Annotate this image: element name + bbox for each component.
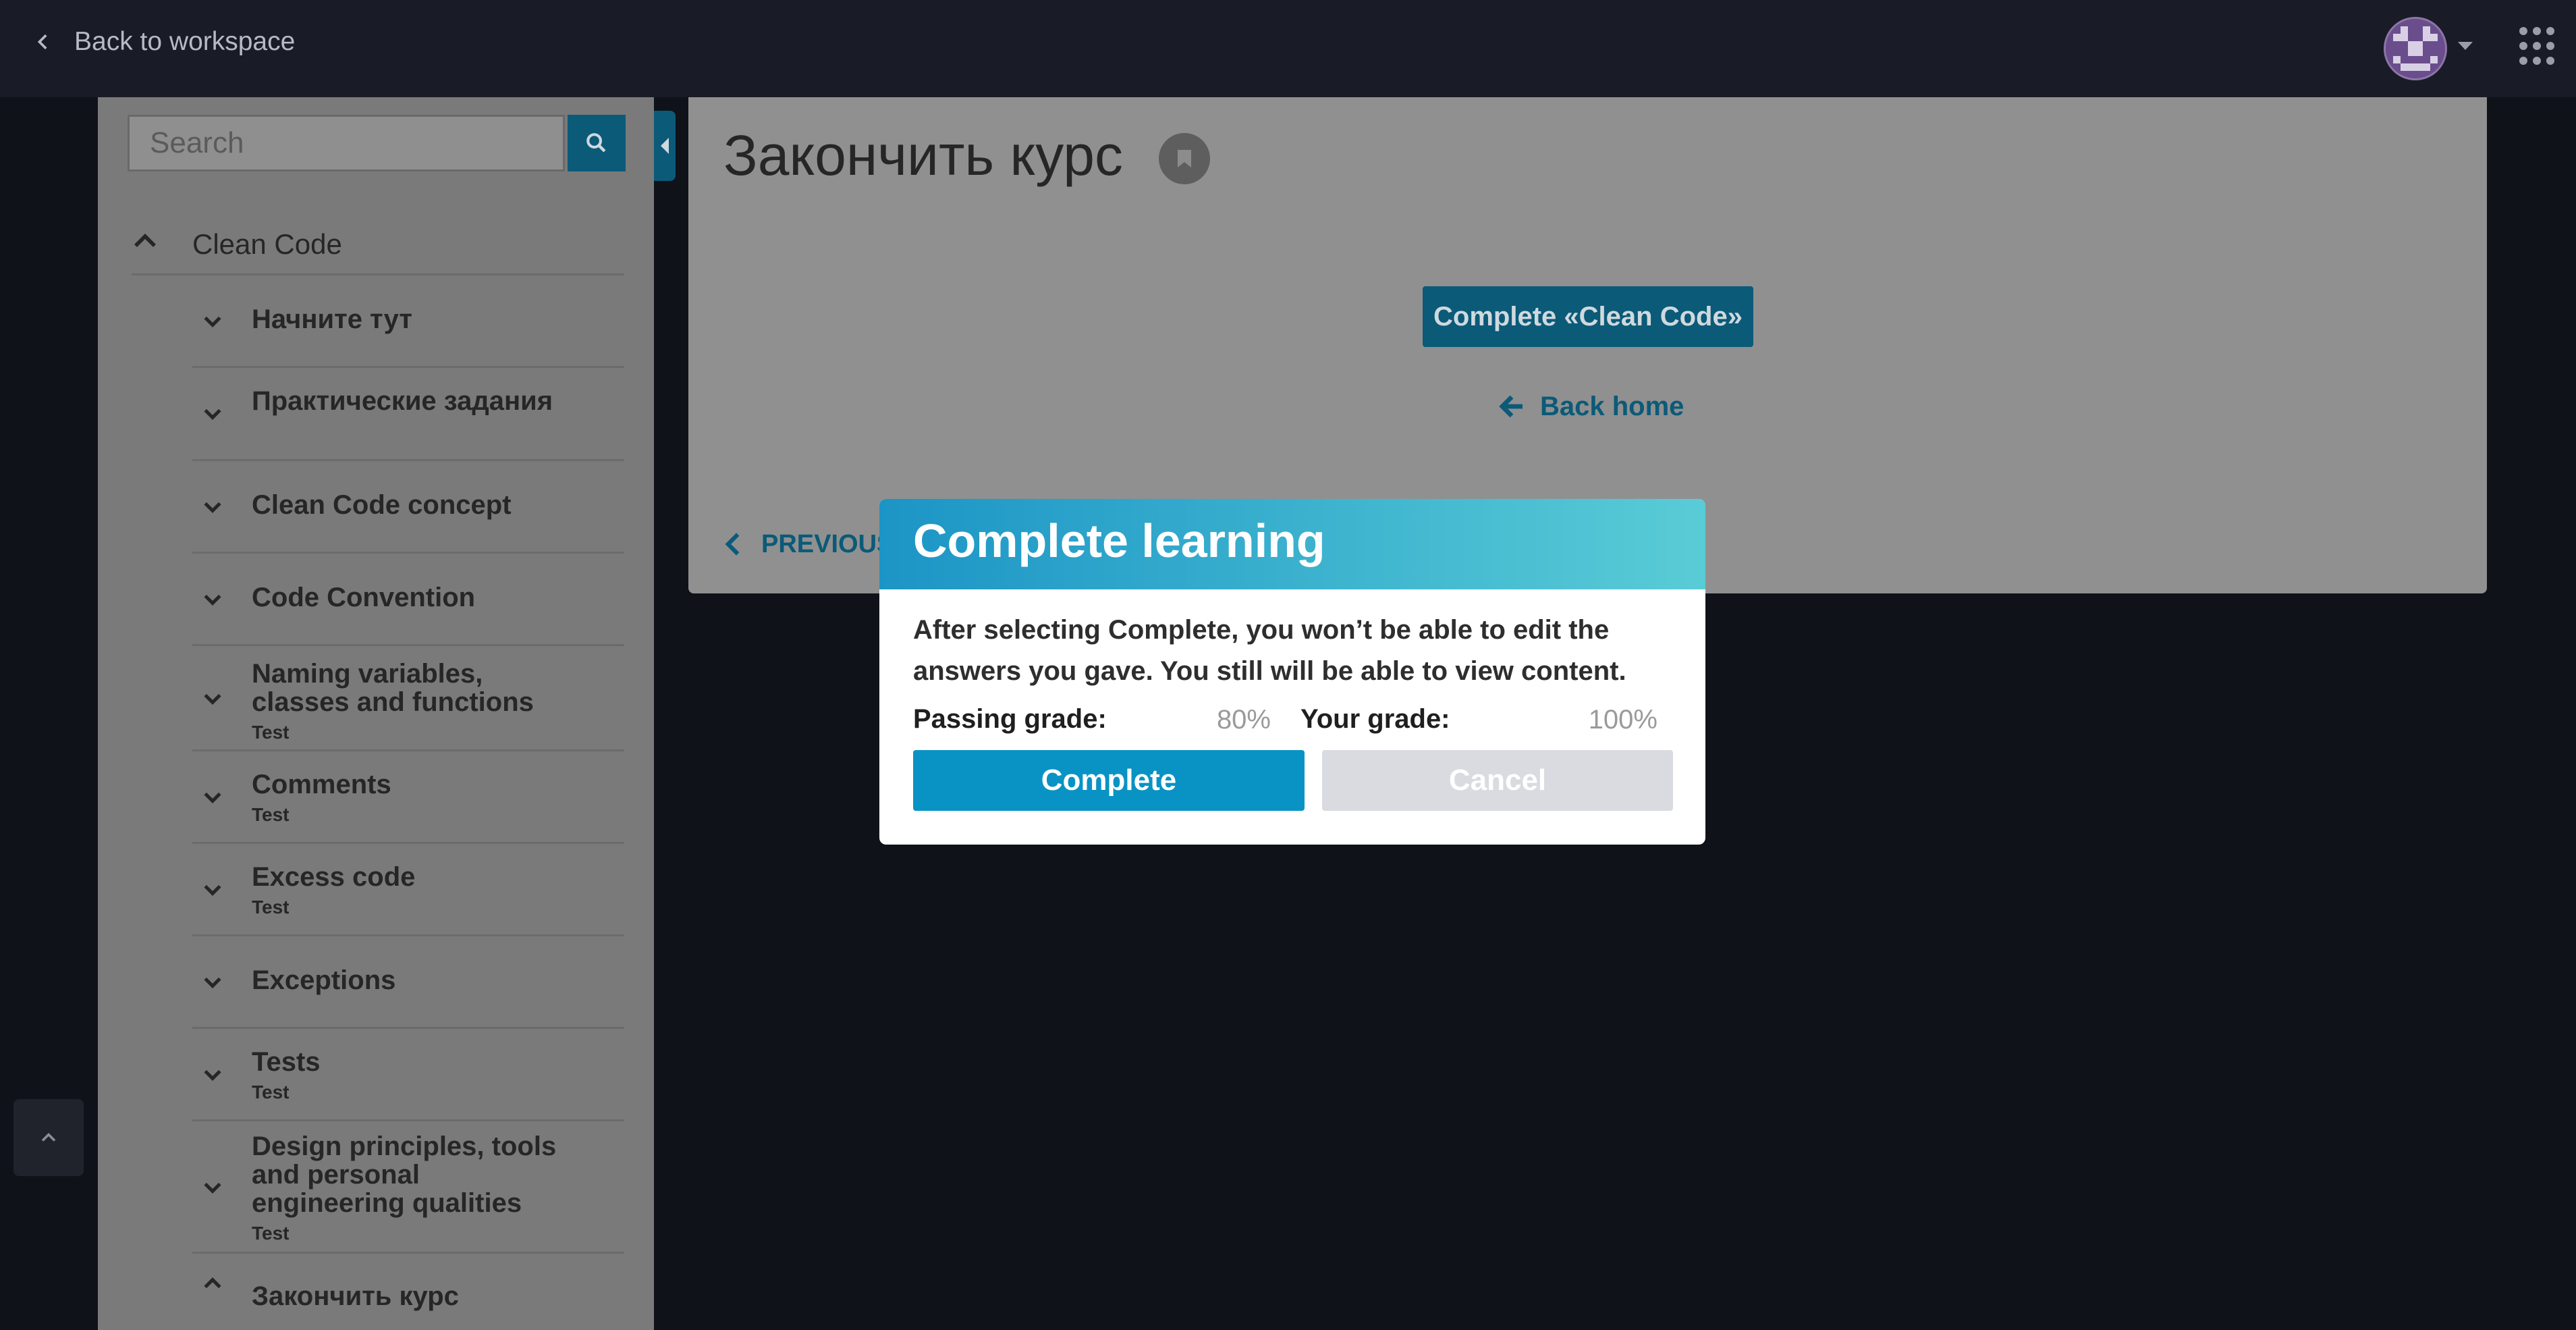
- sidebar-item-label: Excess code: [252, 862, 416, 892]
- sidebar-item-design-principles[interactable]: Design principles, tools and personal en…: [192, 1121, 624, 1254]
- sidebar-item-naming-variables[interactable]: Naming variables, classes and functions …: [192, 646, 624, 751]
- dialog-message: After selecting Complete, you won’t be a…: [913, 615, 1626, 686]
- sidebar-item-label: Naming variables, classes and functions: [252, 659, 534, 717]
- dialog-title: Complete learning: [913, 514, 1325, 567]
- sidebar-item-label: Clean Code concept: [252, 490, 512, 520]
- sidebar-collapse-toggle[interactable]: [654, 111, 676, 181]
- sidebar-item-finish-course[interactable]: Закончить курс: [192, 1254, 624, 1330]
- sidebar-item-label: Закончить курс: [252, 1281, 459, 1311]
- sidebar-item-type: Test: [252, 1223, 290, 1244]
- sidebar-item-label: Практические задания: [252, 386, 553, 416]
- bookmark-icon: [1178, 150, 1191, 167]
- chevron-down-icon: [204, 1069, 221, 1081]
- bookmark-button[interactable]: [1159, 133, 1210, 184]
- your-grade-label: Your grade:: [1300, 704, 1450, 734]
- chevron-left-icon: [725, 533, 740, 556]
- search-button[interactable]: [568, 115, 626, 171]
- back-to-workspace-label: Back to workspace: [74, 27, 296, 56]
- complete-learning-dialog: Complete learning After selecting Comple…: [879, 499, 1705, 845]
- your-grade-value: 100%: [1588, 705, 1657, 735]
- chevron-down-icon: [204, 408, 221, 420]
- top-bar: Back to workspace: [0, 0, 2576, 97]
- passing-grade-label: Passing grade:: [913, 704, 1107, 734]
- sidebar-item-type: Test: [252, 804, 290, 825]
- sidebar-item-type: Test: [252, 722, 290, 743]
- course-outline-sidebar: Search Clean Code Начните тут Практическ…: [98, 97, 654, 1330]
- back-home-link[interactable]: Back home: [1498, 386, 1684, 427]
- page-title: Закончить курс: [723, 124, 1123, 187]
- sidebar-item-code-convention[interactable]: Code Convention: [192, 554, 624, 646]
- apps-grid-icon[interactable]: [2518, 24, 2556, 68]
- chevron-down-icon: [204, 693, 221, 705]
- caret-left-icon: [661, 138, 669, 154]
- chevron-left-icon: [37, 34, 47, 50]
- chevron-down-icon: [204, 1182, 221, 1194]
- sidebar-item-excess-code[interactable]: Excess code Test: [192, 844, 624, 936]
- passing-grade-value: 80%: [1216, 705, 1271, 735]
- chevron-up-icon: [134, 234, 156, 247]
- back-to-workspace-link[interactable]: Back to workspace: [34, 0, 295, 84]
- course-section-header[interactable]: Clean Code: [132, 215, 624, 275]
- scroll-to-top-button[interactable]: [13, 1099, 84, 1176]
- sidebar-item-type: Test: [252, 1082, 290, 1102]
- dialog-header: Complete learning: [879, 499, 1705, 589]
- complete-button[interactable]: Complete: [913, 750, 1305, 811]
- sidebar-item-label: Design principles, tools and personal en…: [252, 1132, 557, 1218]
- sidebar-item-nachnite-tut[interactable]: Начните тут: [192, 275, 624, 368]
- complete-course-button[interactable]: Complete «Clean Code»: [1423, 286, 1753, 347]
- arrow-left-icon: [1499, 395, 1523, 418]
- chevron-down-icon: [204, 502, 221, 513]
- sidebar-item-type: Test: [252, 897, 290, 917]
- sidebar-item-label: Code Convention: [252, 583, 476, 612]
- chevron-up-icon: [41, 1132, 56, 1142]
- sidebar-item-label: Начните тут: [252, 304, 412, 334]
- sidebar-item-exceptions[interactable]: Exceptions: [192, 936, 624, 1029]
- sidebar-item-label: Tests: [252, 1047, 321, 1077]
- course-title: Clean Code: [192, 228, 342, 260]
- cancel-button[interactable]: Cancel: [1322, 750, 1673, 811]
- chevron-down-icon: [204, 316, 221, 327]
- chevron-down-icon: [204, 594, 221, 606]
- chevron-down-icon: [204, 884, 221, 896]
- sidebar-item-practical-tasks[interactable]: Практические задания: [192, 368, 624, 461]
- back-home-label: Back home: [1540, 391, 1684, 421]
- avatar-pattern-icon: [2386, 19, 2445, 78]
- chevron-down-icon: [204, 977, 221, 988]
- search-input[interactable]: Search: [128, 115, 565, 171]
- sidebar-item-comments[interactable]: Comments Test: [192, 751, 624, 844]
- sidebar-item-tests[interactable]: Tests Test: [192, 1029, 624, 1121]
- sidebar-item-label: Exceptions: [252, 965, 396, 995]
- search-icon: [586, 133, 606, 153]
- sidebar-item-label: Comments: [252, 770, 391, 799]
- caret-down-icon[interactable]: [2457, 39, 2474, 53]
- previous-link[interactable]: PREVIOUS: [723, 524, 906, 564]
- previous-label: PREVIOUS: [761, 529, 894, 558]
- avatar[interactable]: [2384, 17, 2447, 80]
- chevron-up-icon: [204, 1277, 221, 1289]
- sidebar-item-clean-code-concept[interactable]: Clean Code concept: [192, 461, 624, 554]
- chevron-down-icon: [204, 792, 221, 803]
